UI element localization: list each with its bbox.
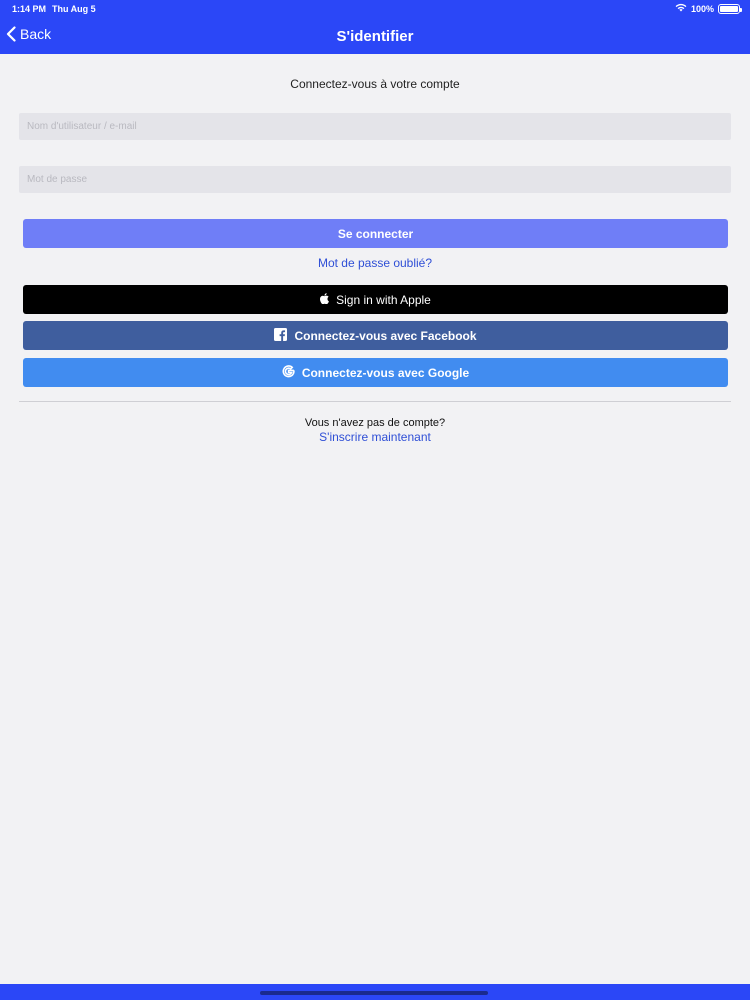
- facebook-icon: [274, 327, 288, 344]
- battery-fill: [720, 5, 738, 12]
- sign-in-with-apple-button[interactable]: Sign in with Apple: [23, 285, 728, 314]
- status-indicators: 100%: [675, 3, 742, 14]
- home-indicator: [260, 991, 488, 995]
- facebook-button-label: Connectez-vous avec Facebook: [294, 328, 477, 343]
- bottom-bar: [0, 984, 750, 1000]
- battery-icon: [718, 3, 742, 14]
- login-button[interactable]: Se connecter: [23, 219, 728, 248]
- wifi-icon: [675, 3, 687, 14]
- google-icon: [282, 364, 295, 381]
- divider: [19, 401, 731, 402]
- apple-button-label: Sign in with Apple: [336, 292, 431, 307]
- navigation-bar: 1:14 PM Thu Aug 5 100% Back S'identifier: [0, 0, 750, 54]
- login-button-label: Se connecter: [337, 226, 414, 241]
- username-input[interactable]: [19, 113, 731, 140]
- page-title: S'identifier: [336, 28, 414, 45]
- status-date: Thu Aug 5: [52, 4, 96, 14]
- forgot-password-link[interactable]: Mot de passe oublié?: [0, 256, 750, 270]
- facebook-login-button[interactable]: Connectez-vous avec Facebook: [23, 321, 728, 350]
- google-login-button[interactable]: Connectez-vous avec Google: [23, 358, 728, 387]
- status-bar: 1:14 PM Thu Aug 5 100%: [0, 0, 750, 18]
- signup-link[interactable]: S'inscrire maintenant: [0, 430, 750, 444]
- password-input[interactable]: [19, 166, 731, 193]
- battery-percentage: 100%: [690, 3, 714, 14]
- no-account-text: Vous n'avez pas de compte?: [304, 417, 446, 429]
- apple-icon: [320, 292, 330, 307]
- status-time: 1:14 PM: [12, 4, 47, 14]
- login-subtitle: Connectez-vous à votre compte: [290, 77, 460, 91]
- google-button-label: Connectez-vous avec Google: [301, 365, 470, 380]
